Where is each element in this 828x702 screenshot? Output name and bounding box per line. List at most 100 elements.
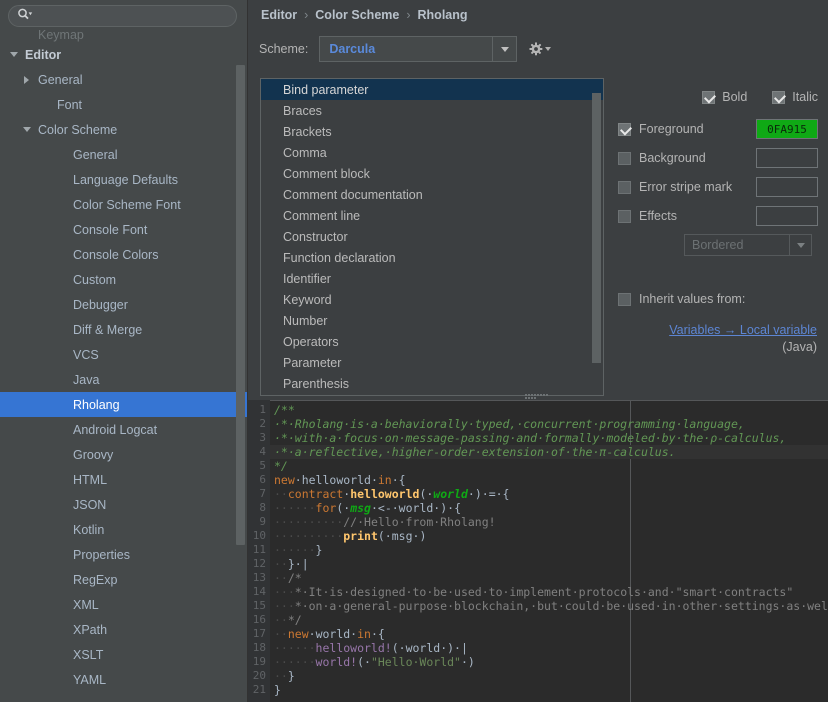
sidebar-item-kotlin[interactable]: Kotlin [0, 517, 248, 542]
sidebar-item-general[interactable]: General [0, 67, 248, 92]
code-line[interactable]: 9 ··········//·Hello·from·Rholang! [248, 515, 828, 529]
sidebar-item-custom[interactable]: Custom [0, 267, 248, 292]
color-key-item[interactable]: Comment block [261, 163, 603, 184]
sidebar-scrollbar[interactable] [236, 65, 245, 545]
code-line[interactable]: 15 ···*·on·a·general-purpose·blockchain,·… [248, 599, 828, 613]
chevron-down-icon[interactable] [789, 235, 811, 255]
color-key-item[interactable]: Constructor [261, 226, 603, 247]
code-line[interactable]: 2 ·*·Rholang·is·a·behaviorally·typed,·con… [248, 417, 828, 431]
background-color-swatch[interactable] [756, 148, 818, 168]
sidebar-item-xslt[interactable]: XSLT [0, 642, 248, 667]
foreground-checkbox[interactable] [618, 122, 631, 136]
code-line[interactable]: 12 ··}·| [248, 557, 828, 571]
sidebar-item-json[interactable]: JSON [0, 492, 248, 517]
search-input[interactable] [8, 5, 237, 27]
code-line[interactable]: 4 ·*·a·reflective,·higher-order·extension… [248, 445, 828, 459]
sidebar-item-properties[interactable]: Properties [0, 542, 248, 567]
sidebar-item-diff-merge[interactable]: Diff & Merge [0, 317, 248, 342]
chevron-right-icon[interactable] [21, 73, 34, 86]
color-key-item[interactable]: Comment documentation [261, 184, 603, 205]
inherit-source-link[interactable]: Variables → Local variable [618, 323, 818, 337]
settings-tree[interactable]: Keymap Editor General Font Color Scheme Gener… [0, 28, 248, 702]
effect-type-dropdown[interactable]: Bordered [684, 234, 812, 256]
sidebar-item-color-scheme-font[interactable]: Color Scheme Font [0, 192, 248, 217]
inherit-checkbox[interactable] [618, 292, 631, 306]
sidebar-item-debugger[interactable]: Debugger [0, 292, 248, 317]
sidebar-item-editor[interactable]: Editor [0, 42, 248, 67]
sidebar-item-xpath[interactable]: XPath [0, 617, 248, 642]
color-keys-list-items[interactable]: Bind parameter Braces Brackets Comma Comment… [261, 79, 603, 394]
code-line[interactable]: 14 ···*·It·is·designed·to·be·used·to·impl… [248, 585, 828, 599]
list-resize-handle[interactable] [525, 393, 549, 399]
sidebar-item-android-logcat[interactable]: Android Logcat [0, 417, 248, 442]
code-line[interactable]: 6 new·helloworld·in·{ [248, 473, 828, 487]
color-key-item[interactable]: Function declaration [261, 247, 603, 268]
color-key-item[interactable]: Bind parameter [261, 79, 603, 100]
color-key-item[interactable]: Braces [261, 100, 603, 121]
code-line[interactable]: 17 ··new·world·in·{ [248, 627, 828, 641]
chevron-down-icon[interactable] [8, 48, 21, 61]
code-line[interactable]: 20 ··} [248, 669, 828, 683]
scheme-dropdown[interactable]: Darcula [319, 36, 518, 62]
background-checkbox[interactable] [618, 151, 631, 165]
chevron-down-icon[interactable] [21, 123, 34, 136]
sidebar-item-keymap[interactable]: Keymap [0, 28, 248, 42]
code-line[interactable]: 1 /** [248, 403, 828, 417]
code-line[interactable]: 8 ······for(·msg·<-·world·)·{ [248, 501, 828, 515]
breadcrumb-item-editor[interactable]: Editor [261, 8, 297, 22]
code-line[interactable]: 7 ··contract·helloworld(·world·)·=·{ [248, 487, 828, 501]
sidebar-item-regexp[interactable]: RegExp [0, 567, 248, 592]
foreground-color-swatch[interactable]: 0FA915 [756, 119, 818, 139]
code-line[interactable]: 21} [248, 683, 828, 697]
color-key-item[interactable]: Operators [261, 331, 603, 352]
sidebar-item-groovy[interactable]: Groovy [0, 442, 248, 467]
code-line[interactable]: 13 ··/* [248, 571, 828, 585]
code-line[interactable]: 16 ··*/ [248, 613, 828, 627]
sidebar-item-general[interactable]: General [0, 142, 248, 167]
color-key-item[interactable]: Parenthesis [261, 373, 603, 394]
effects-checkbox[interactable] [618, 209, 631, 223]
color-key-item[interactable]: Parameter [261, 352, 603, 373]
bold-checkbox[interactable] [702, 90, 716, 104]
color-key-item[interactable]: Identifier [261, 268, 603, 289]
sidebar-item-vcs[interactable]: VCS [0, 342, 248, 367]
color-key-item[interactable]: Comment line [261, 205, 603, 226]
code-line[interactable]: 18 ······helloworld!(·world·)·| [248, 641, 828, 655]
sidebar-item-color-scheme[interactable]: Color Scheme [0, 117, 248, 142]
sidebar-item-html[interactable]: HTML [0, 467, 248, 492]
sidebar-item-xml[interactable]: XML [0, 592, 248, 617]
code-line[interactable]: 3 ·*·with·a·focus·on·message-passing·and·… [248, 431, 828, 445]
breadcrumb-item-rholang[interactable]: Rholang [418, 8, 468, 22]
error-stripe-checkbox[interactable] [618, 180, 631, 194]
chevron-down-icon[interactable] [492, 37, 516, 61]
color-keys-scrollbar[interactable] [592, 93, 601, 363]
sidebar-item-yaml[interactable]: YAML [0, 667, 248, 692]
sidebar-item-language-defaults[interactable]: Language Defaults [0, 167, 248, 192]
color-key-item[interactable]: Number [261, 310, 603, 331]
sidebar-item-font[interactable]: Font [0, 92, 248, 117]
sidebar-item-rholang[interactable]: Rholang [0, 392, 248, 417]
italic-checkbox[interactable] [772, 90, 786, 104]
color-key-item[interactable]: Keyword [261, 289, 603, 310]
color-key-item[interactable]: Comma [261, 142, 603, 163]
gear-icon[interactable] [529, 42, 552, 56]
search-field-wrapper[interactable] [8, 5, 237, 27]
sidebar-item-java[interactable]: Java [0, 367, 248, 392]
main-panel: Editor › Color Scheme › Rholang Scheme: Darc… [248, 0, 828, 702]
breadcrumb-item-color-scheme[interactable]: Color Scheme [315, 8, 399, 22]
color-key-item[interactable]: Brackets [261, 121, 603, 142]
preview-code-lines[interactable]: 1 /** 2 ·*·Rholang·is·a·behaviorally·typed,… [248, 403, 828, 697]
code-token: ·{ [370, 627, 385, 641]
code-line[interactable]: 5 */ [248, 459, 828, 473]
effects-color-swatch[interactable] [756, 206, 818, 226]
code-line[interactable]: 19 ······world!(·"Hello·World"·) [248, 655, 828, 669]
sidebar-item-label: Rholang [73, 397, 120, 412]
code-preview[interactable]: 1 /** 2 ·*·Rholang·is·a·behaviorally·typed,… [248, 400, 828, 702]
sidebar-item-console-colors[interactable]: Console Colors [0, 242, 248, 267]
sidebar-item-console-font[interactable]: Console Font [0, 217, 248, 242]
color-keys-list[interactable]: Bind parameter Braces Brackets Comma Comment… [260, 78, 604, 396]
code-line[interactable]: 10 ··········print(·msg·) [248, 529, 828, 543]
code-line[interactable]: 11 ······} [248, 543, 828, 557]
error-stripe-color-swatch[interactable] [756, 177, 818, 197]
